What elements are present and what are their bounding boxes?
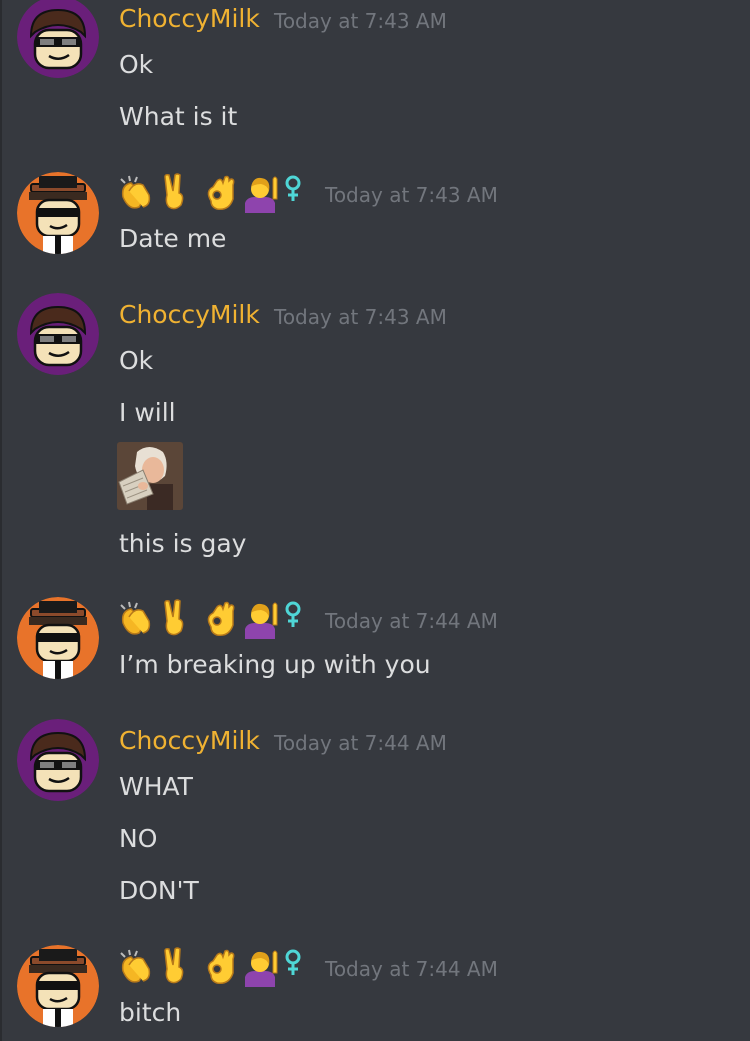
clapping-hands-icon: [120, 949, 151, 983]
avatar-choccymilk[interactable]: [17, 0, 99, 78]
message-text: DON'T: [119, 876, 199, 905]
chat-messages: ChoccyMilk Today at 7:43 AM Ok What is i…: [0, 0, 750, 1041]
message-timestamp: Today at 7:44 AM: [325, 609, 498, 633]
message-text: What is it: [119, 102, 238, 131]
reading-man-emoji-image[interactable]: [117, 442, 183, 510]
message-text: Ok: [119, 346, 154, 375]
ok-hand-icon: [207, 601, 235, 637]
message-text: I’m breaking up with you: [119, 650, 431, 679]
message-text: this is gay: [119, 529, 247, 558]
message-timestamp: Today at 7:43 AM: [274, 9, 447, 33]
person-raising-hand-icon: [245, 176, 278, 213]
avatar-emoji-user[interactable]: [17, 172, 99, 254]
avatar-emoji-user[interactable]: [17, 597, 99, 679]
author-name[interactable]: ChoccyMilk: [119, 4, 260, 34]
avatar-choccymilk[interactable]: [17, 293, 99, 375]
female-sign-icon: [285, 175, 301, 201]
author-name[interactable]: ChoccyMilk: [119, 726, 260, 756]
author-emoji-name[interactable]: [117, 947, 307, 987]
person-raising-hand-icon: [245, 602, 278, 639]
author-emoji-name[interactable]: [117, 599, 307, 639]
victory-hand-icon: [164, 599, 184, 636]
victory-hand-icon: [164, 947, 184, 984]
clapping-hands-icon: [120, 601, 151, 635]
ok-hand-icon: [207, 949, 235, 985]
message-timestamp: Today at 7:43 AM: [274, 305, 447, 329]
avatar-choccymilk[interactable]: [17, 719, 99, 801]
message-text: I will: [119, 398, 176, 427]
avatar-emoji-user[interactable]: [17, 945, 99, 1027]
person-raising-hand-icon: [245, 950, 278, 987]
author-emoji-name[interactable]: [117, 173, 307, 213]
message-timestamp: Today at 7:44 AM: [325, 957, 498, 981]
ok-hand-icon: [207, 175, 235, 211]
divider: [0, 0, 2, 1041]
message-text: Date me: [119, 224, 227, 253]
message-text: Ok: [119, 50, 154, 79]
message-text: WHAT: [119, 772, 193, 801]
author-name[interactable]: ChoccyMilk: [119, 300, 260, 330]
message-text: NO: [119, 824, 158, 853]
clapping-hands-icon: [120, 175, 151, 209]
message-text: bitch: [119, 998, 182, 1027]
message-timestamp: Today at 7:44 AM: [274, 731, 447, 755]
victory-hand-icon: [164, 173, 184, 210]
female-sign-icon: [285, 601, 301, 627]
message-timestamp: Today at 7:43 AM: [325, 183, 498, 207]
female-sign-icon: [285, 949, 301, 975]
